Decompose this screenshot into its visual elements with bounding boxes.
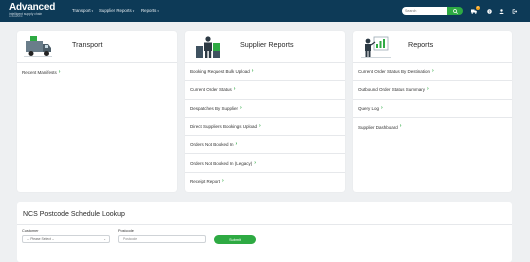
nav-label-supplier-reports: Supplier Reports <box>99 8 132 13</box>
chevron-right-icon: › <box>233 86 236 93</box>
link-receipt-report[interactable]: Receipt Report › <box>185 173 345 191</box>
link-label: Booking Request Bulk Upload <box>190 69 250 75</box>
chevron-right-icon: › <box>222 178 224 185</box>
chevron-right-icon: › <box>235 141 238 148</box>
chevron-right-icon: › <box>251 68 254 75</box>
link-label: Orders Not Booked In <box>190 142 234 148</box>
brand-logo[interactable]: Advanced intelligent supply chain softwa… <box>9 3 55 19</box>
link-label: Current Order Status <box>190 87 232 93</box>
submit-label: Submit <box>229 237 241 242</box>
link-label: Direct Suppliers Bookings Upload <box>190 124 258 130</box>
help-icon: ? <box>487 9 492 14</box>
nav-label-transport: Transport <box>72 8 91 13</box>
logout-button[interactable] <box>511 8 518 15</box>
transport-card: Transport Recent Manifests › <box>17 31 177 192</box>
chevron-down-icon: ▾ <box>91 8 94 13</box>
link-recent-manifests[interactable]: Recent Manifests › <box>17 63 177 81</box>
card-title: Transport <box>72 40 103 49</box>
svg-text:?: ? <box>488 10 490 14</box>
nav-menu-supplier-reports[interactable]: Supplier Reports ▾ <box>99 8 134 13</box>
chevron-right-icon: › <box>58 68 61 75</box>
panel-title: NCS Postcode Schedule Lookup <box>23 211 125 218</box>
chevron-right-icon: › <box>259 122 261 129</box>
top-navigation-bar: Advanced intelligent supply chain softwa… <box>0 0 530 22</box>
ncs-postcode-lookup-panel: NCS Postcode Schedule Lookup <box>17 202 512 262</box>
link-booking-request-bulk-upload[interactable]: Booking Request Bulk Upload › <box>185 63 345 82</box>
link-orders-not-booked-in[interactable]: Orders Not Booked In › <box>185 136 345 155</box>
notifications-button[interactable]: 2 <box>470 6 480 15</box>
chevron-right-icon: › <box>381 104 383 111</box>
nav-label-reports: Reports <box>141 8 157 13</box>
card-header: Reports <box>353 31 512 63</box>
postcode-placeholder: Postcode <box>123 237 138 241</box>
notification-badge: 2 <box>476 6 480 10</box>
nav-menu-transport[interactable]: Transport ▾ <box>72 8 93 13</box>
user-icon <box>499 9 504 14</box>
link-label: Receipt Report <box>190 179 221 185</box>
search-input[interactable] <box>402 7 447 15</box>
card-title: Supplier Reports <box>240 40 294 49</box>
search-bar <box>402 7 463 15</box>
link-current-order-status[interactable]: Current Order Status › <box>185 81 345 100</box>
divider <box>17 224 512 225</box>
supplier-reports-card: Supplier Reports Booking Request Bulk Up… <box>185 31 345 192</box>
link-label: Query Log <box>358 105 380 111</box>
link-despatches-by-supplier[interactable]: Despatches By Supplier › <box>185 100 345 118</box>
chevron-right-icon: › <box>432 68 434 75</box>
link-label: Outbound Order Status Summary <box>358 87 426 93</box>
chevron-right-icon: › <box>240 104 242 111</box>
brand-subline: software/ltd. <box>9 15 23 19</box>
link-supplier-dashboard[interactable]: Supplier Dashboard › <box>353 118 512 136</box>
warehouse-worker-icon <box>196 36 220 58</box>
reports-card: Reports Current Order Status By Destinat… <box>353 31 512 192</box>
link-direct-suppliers-bookings-upload[interactable]: Direct Suppliers Bookings Upload › <box>185 118 345 137</box>
chevron-right-icon: › <box>254 159 257 166</box>
link-query-log[interactable]: Query Log › <box>353 100 512 118</box>
logout-icon <box>512 9 517 14</box>
user-profile-button[interactable] <box>498 8 505 15</box>
chevron-down-icon: ▾ <box>157 8 159 13</box>
customer-select[interactable]: -- Please Select -- ⌄ <box>22 235 110 243</box>
truck-icon <box>470 9 477 14</box>
search-icon <box>452 8 458 14</box>
customer-select-value: -- Please Select -- <box>27 237 55 241</box>
link-orders-not-booked-in-legacy[interactable]: Orders Not Booked In (Legacy) › <box>185 154 345 173</box>
nav-menu-reports[interactable]: Reports ▾ <box>141 8 159 13</box>
submit-button[interactable]: Submit <box>214 235 256 244</box>
postcode-label: Postcode <box>118 229 134 233</box>
link-label: Orders Not Booked In (Legacy) <box>190 160 253 166</box>
postcode-input[interactable]: Postcode <box>118 235 206 243</box>
link-label: Current Order Status By Destination <box>358 69 431 75</box>
link-outbound-order-status-summary[interactable]: Outbound Order Status Summary › <box>353 81 512 100</box>
link-label: Supplier Dashboard <box>358 124 398 130</box>
truck-icon <box>24 36 52 57</box>
card-header: Supplier Reports <box>185 31 345 63</box>
card-header: Transport <box>17 31 177 63</box>
customer-label: Customer <box>22 229 39 233</box>
chevron-down-icon: ⌄ <box>103 237 106 241</box>
card-title: Reports <box>408 40 434 49</box>
chevron-right-icon: › <box>427 86 429 93</box>
search-button[interactable] <box>447 7 463 15</box>
reports-illustration-icon <box>361 36 391 58</box>
chevron-right-icon: › <box>399 123 402 130</box>
link-label: Recent Manifests <box>22 69 57 75</box>
chevron-down-icon: ▾ <box>132 8 135 13</box>
link-current-order-status-by-destination[interactable]: Current Order Status By Destination › <box>353 63 512 82</box>
link-label: Despatches By Supplier <box>190 105 239 111</box>
help-button[interactable]: ? <box>486 8 493 15</box>
